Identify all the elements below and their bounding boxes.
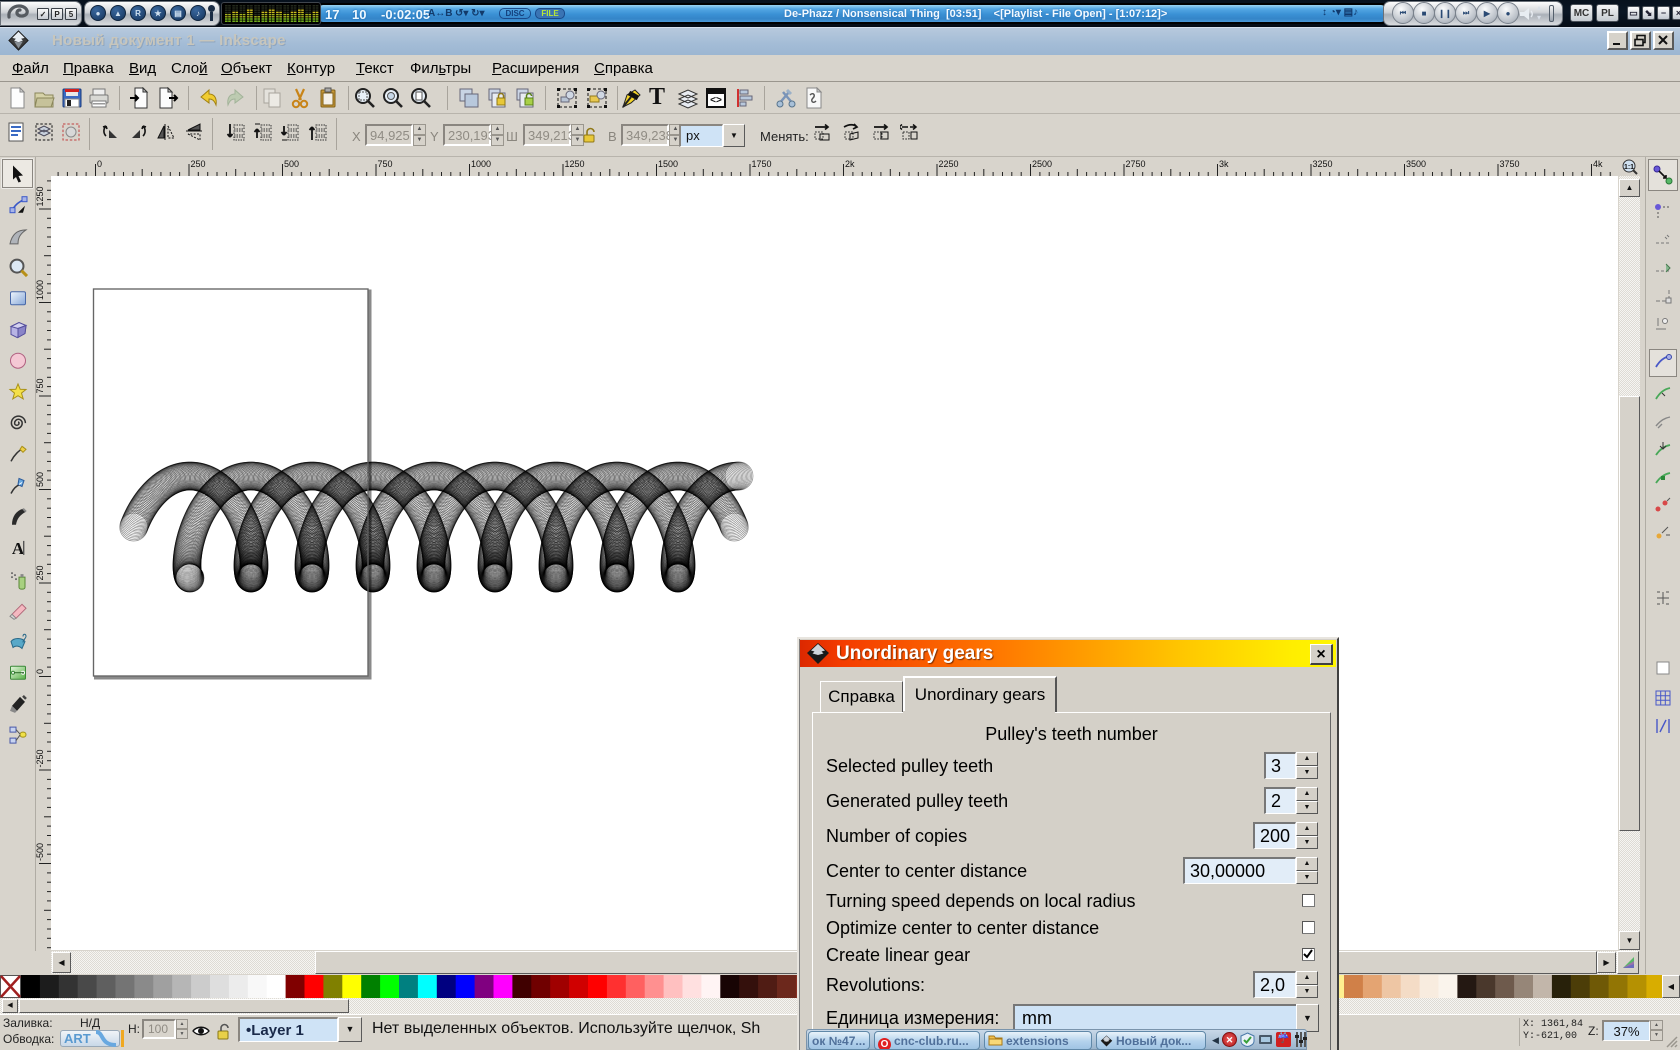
svg-text:500: 500 bbox=[36, 472, 45, 487]
svg-text:1:1: 1:1 bbox=[1624, 164, 1634, 171]
svg-text:3k: 3k bbox=[1219, 159, 1229, 169]
svg-text:500: 500 bbox=[284, 159, 299, 169]
svg-text:0: 0 bbox=[97, 159, 102, 169]
svg-text:1250: 1250 bbox=[565, 159, 585, 169]
svg-text:-250: -250 bbox=[36, 749, 45, 767]
svg-text:250: 250 bbox=[36, 565, 45, 580]
svg-text:3500: 3500 bbox=[1406, 159, 1426, 169]
svg-text:4k: 4k bbox=[1593, 159, 1603, 169]
svg-text:0: 0 bbox=[36, 669, 45, 674]
svg-text:-500: -500 bbox=[36, 843, 45, 861]
svg-text:250: 250 bbox=[191, 159, 206, 169]
svg-text:1000: 1000 bbox=[471, 159, 491, 169]
svg-text:2750: 2750 bbox=[1126, 159, 1146, 169]
svg-text:<>: <> bbox=[710, 95, 722, 106]
svg-text:1500: 1500 bbox=[658, 159, 678, 169]
svg-text:1250: 1250 bbox=[36, 186, 45, 206]
svg-text:ART: ART bbox=[64, 1031, 91, 1046]
svg-text:2250: 2250 bbox=[939, 159, 959, 169]
svg-text:2k: 2k bbox=[845, 159, 855, 169]
svg-text:2500: 2500 bbox=[1032, 159, 1052, 169]
svg-text:750: 750 bbox=[378, 159, 393, 169]
svg-text:3750: 3750 bbox=[1500, 159, 1520, 169]
svg-text:A: A bbox=[12, 539, 25, 558]
svg-text:1000: 1000 bbox=[36, 280, 45, 300]
svg-text:3250: 3250 bbox=[1313, 159, 1333, 169]
svg-text:750: 750 bbox=[36, 378, 45, 393]
svg-text:1750: 1750 bbox=[752, 159, 772, 169]
